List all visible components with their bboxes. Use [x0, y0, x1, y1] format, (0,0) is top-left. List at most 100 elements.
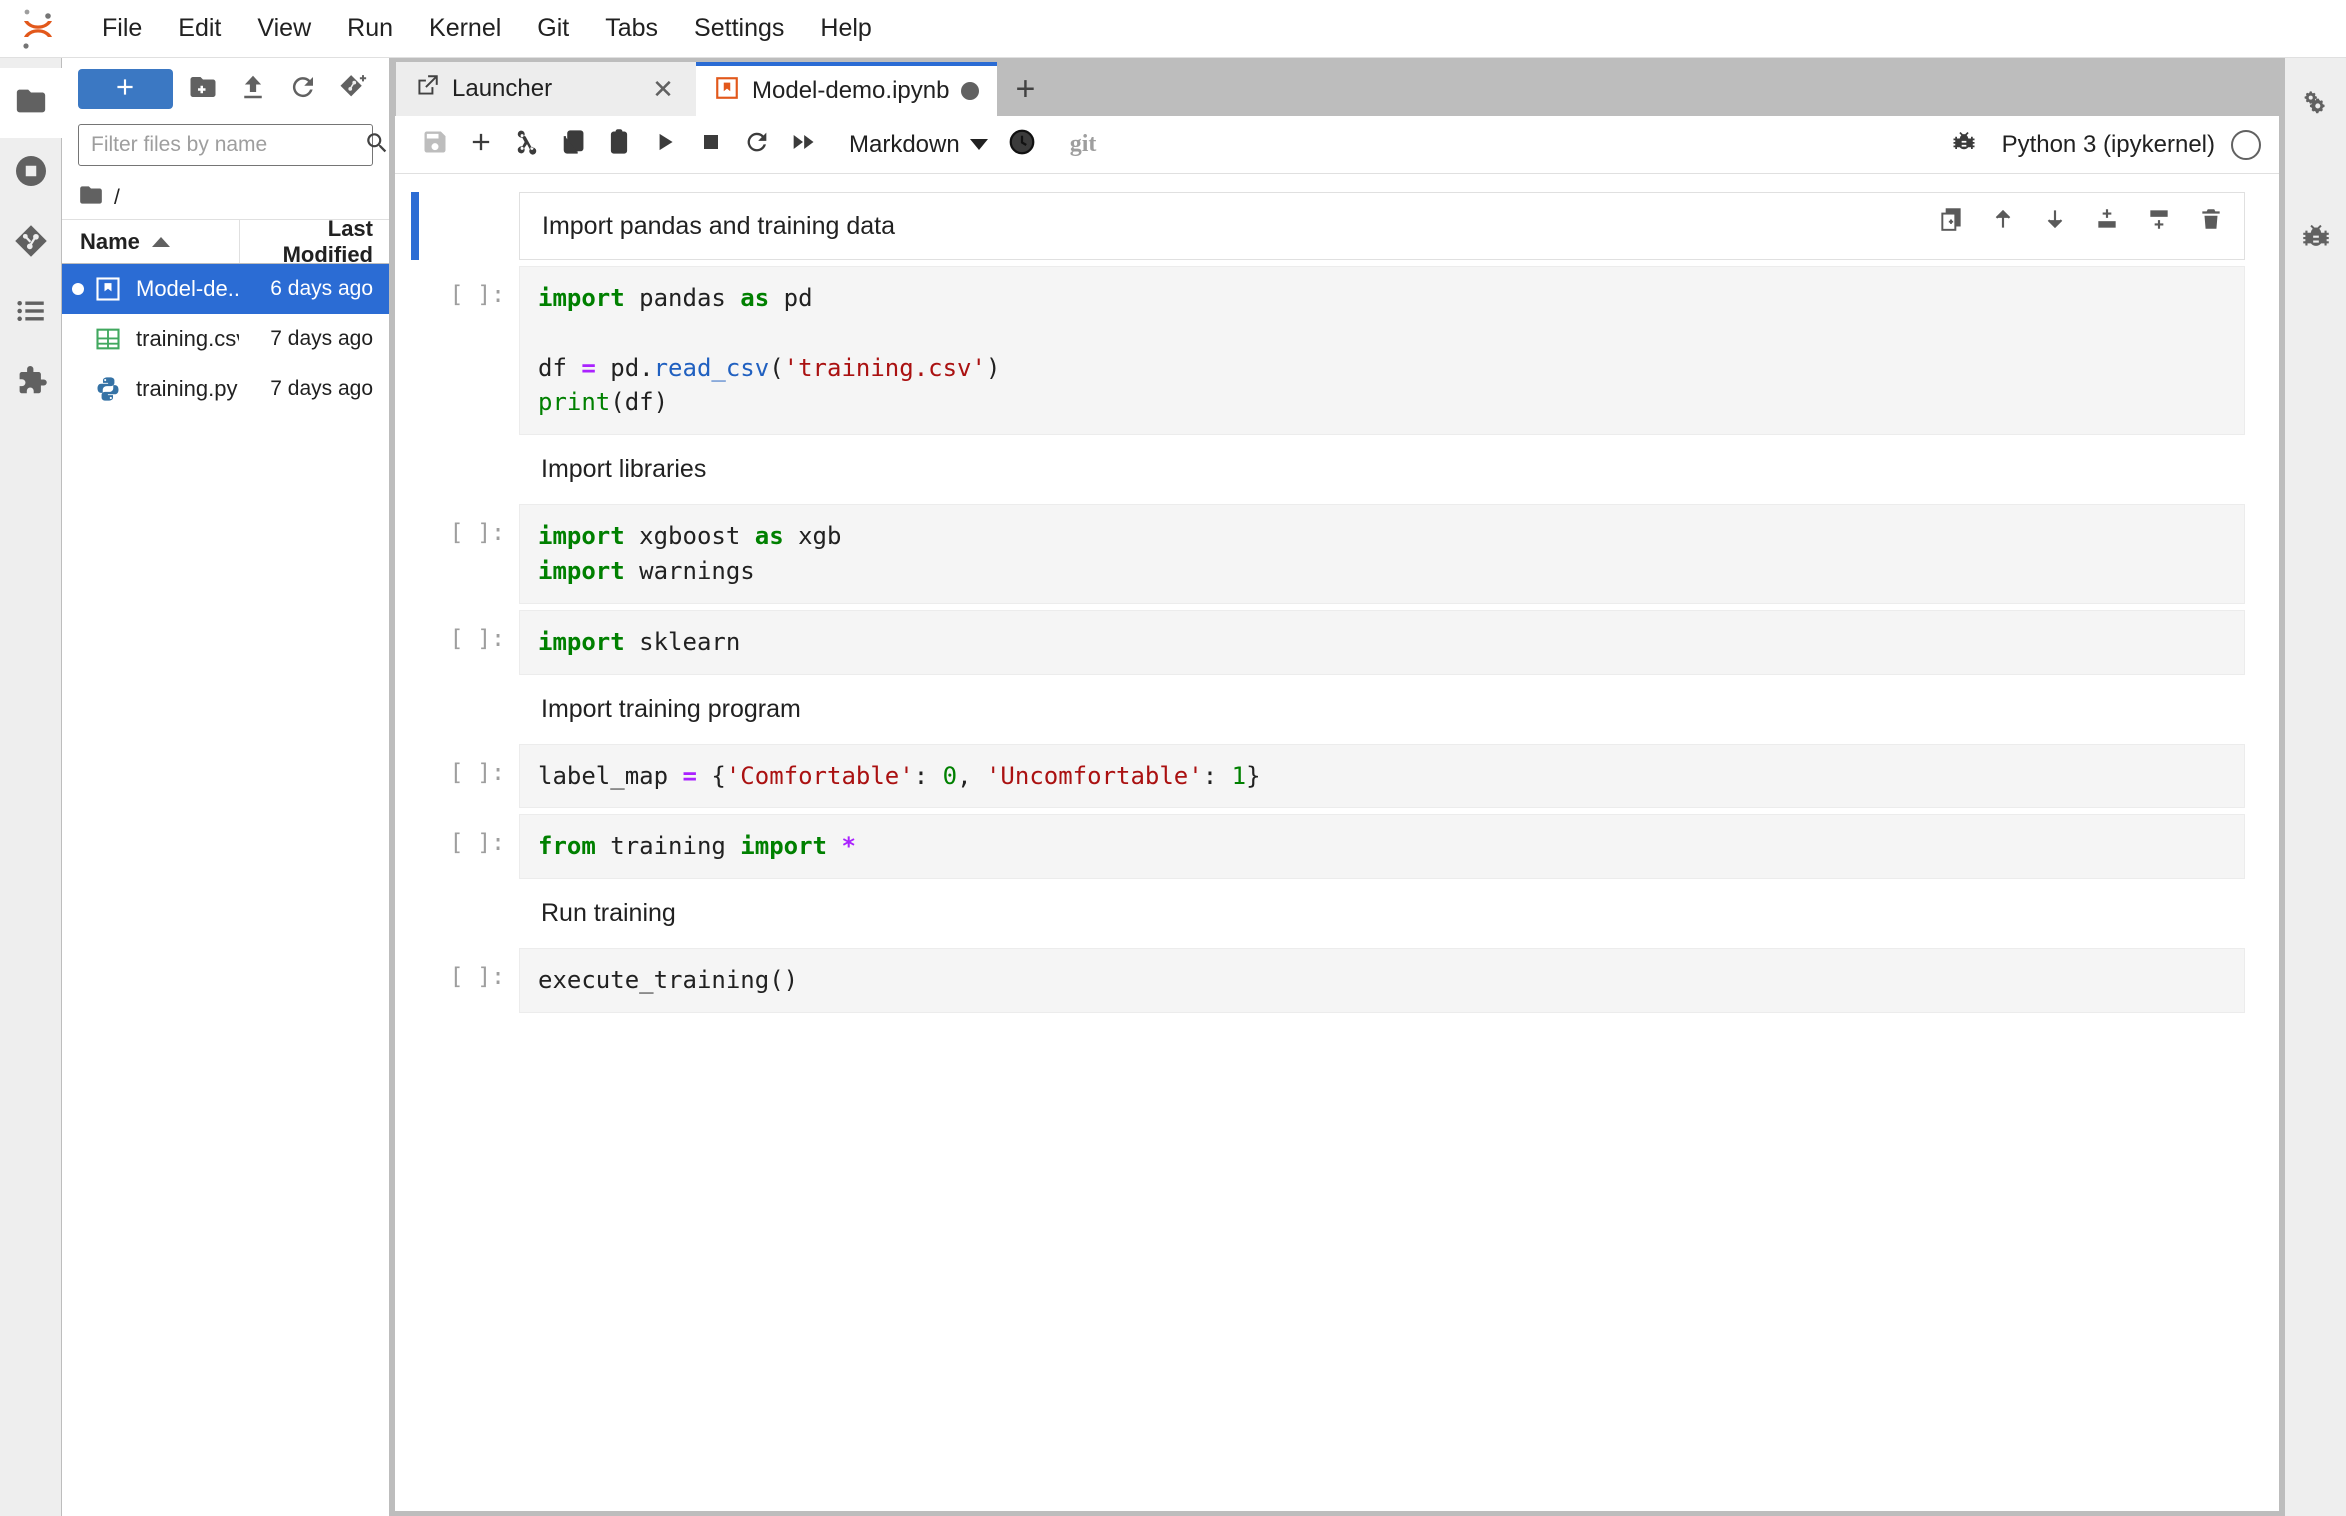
notebook-cell[interactable]: Run training	[395, 885, 2279, 942]
sidebar-item-git[interactable]	[0, 208, 62, 278]
notebook-cell-list[interactable]: Import pandas and training data []: imp…	[395, 174, 2279, 1511]
kernel-name-label[interactable]: Python 3 (ipykernel)	[2002, 131, 2215, 159]
new-folder-icon	[188, 72, 218, 107]
git-toolbar-label[interactable]: git	[1070, 131, 1097, 158]
duplicate-cell-button[interactable]	[1934, 205, 1968, 239]
notebook-cell[interactable]: Import training program	[395, 681, 2279, 738]
refresh-file-list-button[interactable]	[283, 69, 323, 109]
delete-cell-button[interactable]	[2194, 205, 2228, 239]
file-name: Model-de...	[136, 276, 239, 301]
code-editor[interactable]: from training import *	[519, 814, 2245, 880]
code-editor[interactable]: import sklearn	[519, 609, 2245, 675]
menu-bar: File Edit View Run Kernel Git Tabs Setti…	[0, 0, 2346, 58]
cut-cells-button[interactable]	[505, 123, 549, 167]
menu-git[interactable]: Git	[519, 8, 587, 49]
cut-icon	[513, 128, 541, 161]
insert-cell-below-button[interactable]	[2142, 205, 2176, 239]
restart-kernel-button[interactable]	[735, 123, 779, 167]
new-tab-button[interactable]: +	[997, 62, 1053, 116]
notebook-cell[interactable]: [ ]: import xgboost as xgb import warnin…	[395, 504, 2279, 604]
save-button[interactable]	[413, 123, 457, 167]
notebook-cell[interactable]: [ ]: from training import *	[395, 814, 2279, 880]
cell-body: Import libraries	[519, 441, 2245, 498]
menu-view[interactable]: View	[239, 8, 329, 49]
menu-tabs[interactable]: Tabs	[587, 8, 676, 49]
list-item[interactable]: Model-de... 6 days ago	[62, 264, 389, 314]
cell-prompt	[433, 441, 519, 457]
sidebar-item-table-of-contents[interactable]	[0, 278, 62, 348]
markdown-rendered-output[interactable]: Import libraries	[519, 441, 2245, 498]
cell-indicator	[411, 885, 419, 942]
code-editor[interactable]: execute_training()	[519, 948, 2245, 1013]
tab-model-demo[interactable]: Model-demo.ipynb	[696, 62, 998, 116]
csv-icon	[92, 325, 124, 353]
notebook-cell[interactable]: [ ]: execute_training()	[395, 948, 2279, 1013]
code-editor[interactable]: import xgboost as xgb import warnings	[519, 504, 2245, 604]
list-item[interactable]: training.csv 7 days ago	[62, 314, 389, 364]
right-activity-bar	[2284, 58, 2346, 1516]
code-editor[interactable]: import pandas as pd df = pd.read_csv('tr…	[519, 266, 2245, 436]
cell-indicator	[411, 610, 419, 675]
insert-cell-above-button[interactable]	[2090, 205, 2124, 239]
notebook-cell[interactable]: [ ]: import sklearn	[395, 609, 2279, 675]
column-header-name[interactable]: Name	[62, 229, 239, 255]
code-editor[interactable]: label_map = {'Comfortable': 0, 'Uncomfor…	[519, 743, 2245, 809]
upload-files-button[interactable]	[233, 69, 273, 109]
sidebar-item-running-sessions[interactable]	[0, 138, 62, 208]
notebook-cell[interactable]: Import libraries	[395, 441, 2279, 498]
execution-history-button[interactable]	[1000, 123, 1044, 167]
git-clone-button[interactable]	[333, 69, 373, 109]
git-icon	[13, 223, 49, 264]
paste-cells-button[interactable]	[597, 123, 641, 167]
notebook-cell[interactable]: [ ]: label_map = {'Comfortable': 0, 'Unc…	[395, 743, 2279, 809]
cell-body: Run training	[519, 885, 2245, 942]
insert-cell-button[interactable]	[459, 123, 503, 167]
markdown-text: Import pandas and training data	[542, 211, 896, 240]
menu-kernel[interactable]: Kernel	[411, 8, 519, 49]
column-header-last-modified[interactable]: Last Modified	[239, 216, 389, 267]
list-item[interactable]: training.py 7 days ago	[62, 364, 389, 414]
cell-body: import xgboost as xgb import warnings	[519, 504, 2245, 604]
breadcrumb-root[interactable]: /	[114, 186, 120, 210]
file-filter-input[interactable]	[89, 132, 364, 158]
menu-settings[interactable]: Settings	[676, 8, 802, 49]
move-cell-up-button[interactable]	[1986, 205, 2020, 239]
git-clone-icon	[338, 72, 368, 107]
new-launcher-button[interactable]	[78, 69, 173, 109]
debugger-toggle-button[interactable]	[1942, 123, 1986, 167]
breadcrumb[interactable]: /	[62, 176, 389, 220]
cell-prompt: [ ]:	[449, 964, 505, 991]
cell-body: from training import *	[519, 814, 2245, 880]
copy-cells-button[interactable]	[551, 123, 595, 167]
menu-edit[interactable]: Edit	[160, 8, 239, 49]
markdown-rendered-output[interactable]: Run training	[519, 885, 2245, 942]
sidebar-item-extension-manager[interactable]	[0, 348, 62, 418]
sidebar-item-property-inspector[interactable]	[2285, 72, 2346, 142]
sidebar-item-debugger[interactable]	[2285, 204, 2346, 274]
stop-kernel-button[interactable]	[689, 123, 733, 167]
cell-type-dropdown[interactable]: Markdown	[839, 127, 998, 163]
sidebar-item-file-browser[interactable]	[0, 68, 62, 138]
new-folder-button[interactable]	[183, 69, 223, 109]
menu-run[interactable]: Run	[329, 8, 411, 49]
menu-file[interactable]: File	[84, 8, 160, 49]
sort-ascending-icon	[151, 236, 170, 247]
cell-indicator	[411, 441, 419, 498]
list-icon	[14, 294, 48, 333]
duplicate-icon	[1938, 206, 1964, 239]
add-icon	[467, 128, 495, 161]
notebook-cell[interactable]: Import pandas and training data	[395, 192, 2279, 260]
unsaved-changes-indicator[interactable]	[961, 82, 980, 100]
move-cell-down-button[interactable]	[2038, 205, 2072, 239]
restart-and-run-all-button[interactable]	[781, 123, 825, 167]
markdown-rendered-output[interactable]: Import pandas and training data	[519, 192, 2245, 260]
markdown-rendered-output[interactable]: Import training program	[519, 681, 2245, 738]
menu-help[interactable]: Help	[802, 8, 889, 49]
file-filter[interactable]	[78, 124, 387, 166]
paste-icon	[605, 128, 633, 161]
notebook-cell[interactable]: [ ]: import pandas as pd df = pd.read_cs…	[395, 266, 2279, 436]
tab-launcher[interactable]: Launcher ✕	[396, 62, 696, 116]
cell-body: Import pandas and training data	[519, 192, 2245, 260]
close-icon[interactable]: ✕	[648, 74, 678, 104]
run-cell-button[interactable]	[643, 123, 687, 167]
